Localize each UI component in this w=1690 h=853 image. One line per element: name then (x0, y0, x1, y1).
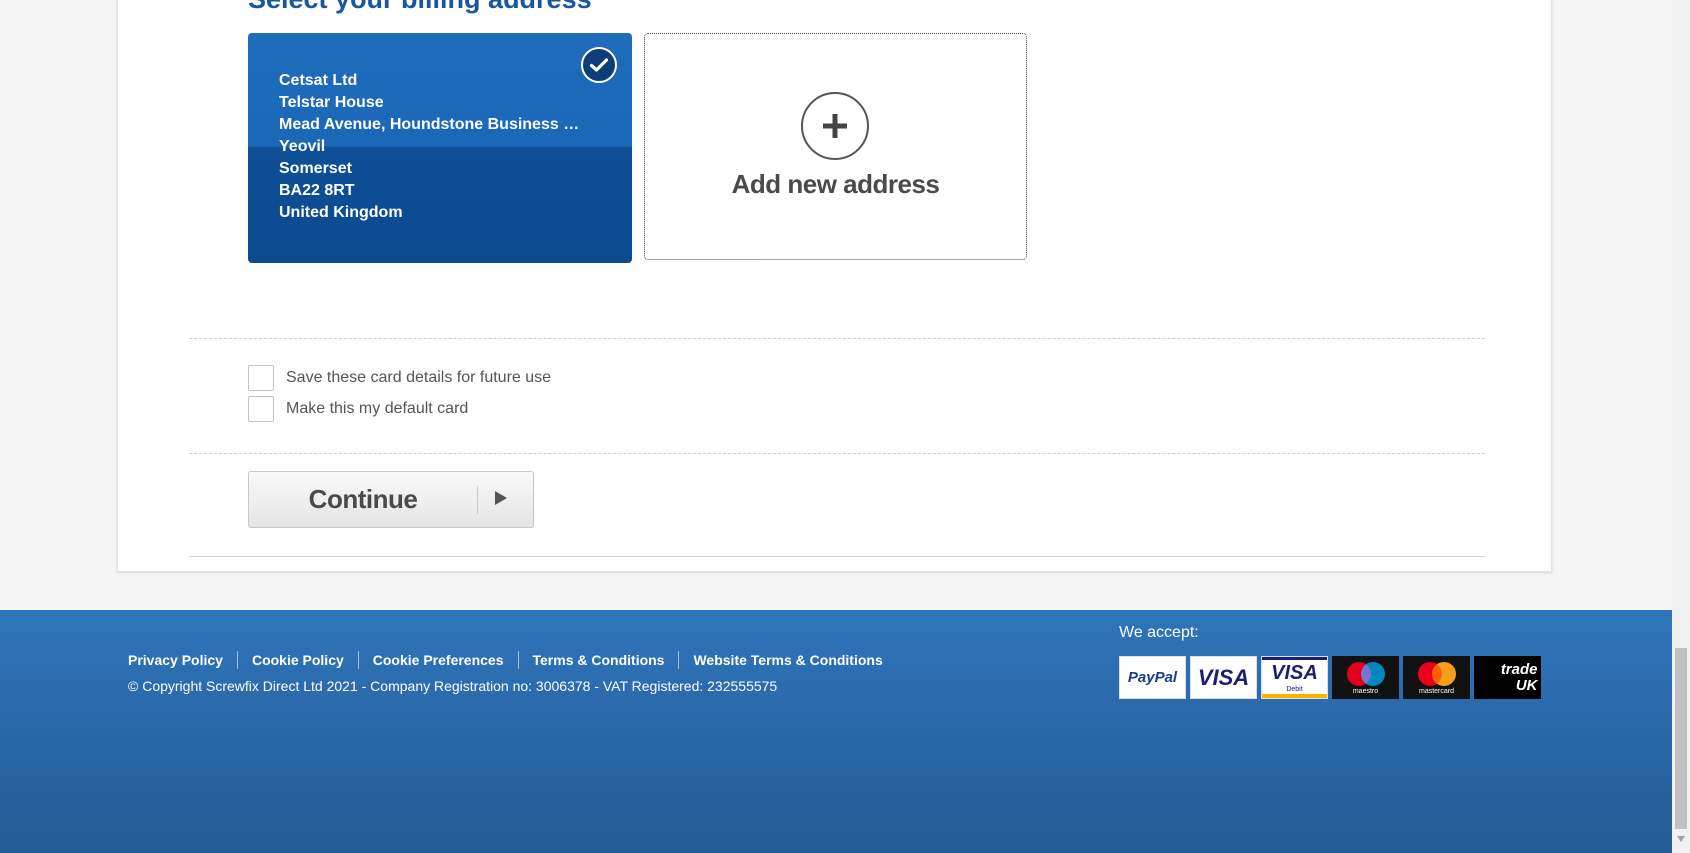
link-separator (678, 651, 680, 669)
vertical-scrollbar[interactable] (1672, 0, 1690, 853)
mastercard-circles-icon (1417, 661, 1456, 686)
divider (189, 556, 1485, 557)
trade-uk-logo: trade UK (1474, 656, 1541, 699)
address-line: United Kingdom (279, 204, 403, 221)
default-card-option[interactable]: Make this my default card (248, 396, 468, 422)
cookie-policy-link[interactable]: Cookie Policy (252, 652, 344, 668)
button-divider (477, 486, 478, 514)
save-card-option[interactable]: Save these card details for future use (248, 365, 551, 391)
link-separator (236, 651, 238, 669)
visa-debit-bottom-band (1262, 694, 1327, 698)
save-card-label: Save these card details for future use (286, 369, 552, 386)
payment-logos: PayPal VISA VISA Debit maestro mastercar… (1119, 656, 1541, 699)
scroll-down-arrow-icon[interactable] (1677, 836, 1685, 842)
play-arrow-icon (494, 490, 508, 511)
footer-links: Privacy Policy Cookie Policy Cookie Pref… (128, 651, 883, 669)
visa-debit-logo: VISA Debit (1261, 656, 1328, 699)
billing-heading: Select your billing address (248, 0, 592, 15)
copyright-text: © Copyright Screwfix Direct Ltd 2021 - C… (128, 678, 778, 694)
save-card-checkbox[interactable] (248, 365, 274, 391)
visa-debit-sub: Debit (1286, 686, 1303, 694)
maestro-circles-icon (1346, 661, 1385, 686)
address-line: Somerset (279, 160, 352, 177)
address-line: Cetsat Ltd (279, 72, 358, 89)
mastercard-logo: mastercard (1403, 656, 1470, 699)
address-line: Yeovil (279, 138, 326, 155)
address-line: BA22 8RT (279, 182, 355, 199)
address-lines: Cetsat Ltd Telstar House Mead Avenue, Ho… (279, 70, 599, 224)
address-line: Mead Avenue, Houndstone Business … (279, 116, 580, 133)
default-card-checkbox[interactable] (248, 396, 274, 422)
add-new-address-card[interactable]: Add new address (644, 33, 1027, 260)
divider (189, 453, 1485, 454)
selected-address-card[interactable]: Cetsat Ltd Telstar House Mead Avenue, Ho… (248, 33, 632, 263)
cookie-preferences-link[interactable]: Cookie Preferences (373, 652, 504, 668)
maestro-logo: maestro (1332, 656, 1399, 699)
paypal-logo: PayPal (1119, 656, 1186, 699)
divider (189, 338, 1485, 339)
website-terms-link[interactable]: Website Terms & Conditions (693, 652, 882, 668)
link-separator (357, 651, 359, 669)
continue-label: Continue (308, 484, 418, 514)
visa-logo-text: VISA (1197, 664, 1250, 690)
privacy-policy-link[interactable]: Privacy Policy (128, 652, 223, 668)
trade-uk-logo-text: trade UK (1500, 660, 1538, 694)
visa-debit-logo-text: VISA (1271, 662, 1318, 685)
plus-icon (801, 92, 869, 160)
checkmark-icon (581, 47, 617, 83)
terms-conditions-link[interactable]: Terms & Conditions (533, 652, 665, 668)
mastercard-logo-text: mastercard (1418, 687, 1454, 695)
link-separator (517, 651, 519, 669)
address-line: Telstar House (279, 94, 384, 111)
add-new-address-label: Add new address (731, 169, 940, 199)
we-accept-label: We accept: (1119, 624, 1199, 641)
visa-logo: VISA (1190, 656, 1257, 699)
paypal-logo-text: PayPal (1127, 669, 1178, 686)
continue-button[interactable]: Continue (248, 471, 534, 528)
footer: Privacy Policy Cookie Policy Cookie Pref… (0, 610, 1672, 853)
scrollbar-thumb[interactable] (1675, 648, 1687, 829)
default-card-label: Make this my default card (286, 400, 469, 417)
maestro-logo-text: maestro (1352, 687, 1379, 695)
